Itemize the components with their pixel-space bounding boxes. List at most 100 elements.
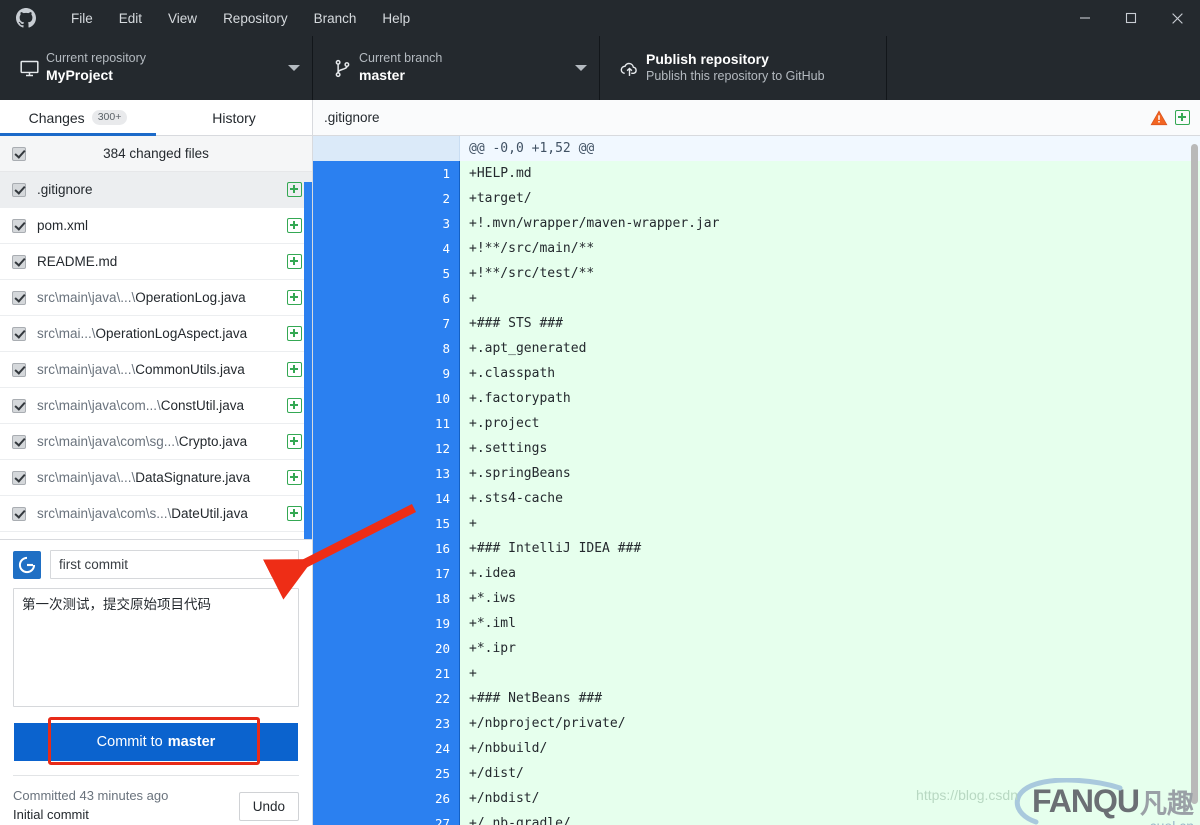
cloud-upload-icon: [612, 58, 646, 79]
menu-repository[interactable]: Repository: [210, 5, 301, 32]
diff-gutter-old: [313, 561, 390, 586]
diff-line-row: 9+.classpath: [313, 361, 1200, 386]
diff-line-row: 16+### IntelliJ IDEA ###: [313, 536, 1200, 561]
file-row[interactable]: src\main\java\...\DataSignature.java: [0, 460, 312, 496]
file-status-plus-box-icon[interactable]: [287, 506, 302, 521]
toolbar: Current repository MyProject Current bra…: [0, 36, 1200, 100]
diff-line-number: 11: [390, 411, 460, 436]
file-name: src\main\java\com...\ConstUtil.java: [37, 398, 276, 413]
tab-history-label: History: [212, 110, 256, 126]
diff-line-text: +target/: [460, 186, 1200, 211]
file-row[interactable]: pom.xml: [0, 208, 312, 244]
diff-line-text: +.project: [460, 411, 1200, 436]
diff-gutter-new: 0: [390, 136, 460, 161]
file-status-plus-box-icon[interactable]: [287, 326, 302, 341]
diff-line-text: +!**/src/main/**: [460, 236, 1200, 261]
title-bar: File Edit View Repository Branch Help: [0, 0, 1200, 36]
file-name: src\main\java\...\CommonUtils.java: [37, 362, 276, 377]
file-row[interactable]: src\main\java\com\s...\DateUtil.java: [0, 496, 312, 532]
file-status-plus-box-icon[interactable]: [287, 182, 302, 197]
file-checkbox[interactable]: [12, 435, 26, 449]
diff-line-number: 14: [390, 486, 460, 511]
warning-triangle-icon[interactable]: [1150, 109, 1168, 127]
diff-line-row: 24+/nbbuild/: [313, 736, 1200, 761]
file-status-plus-box-icon[interactable]: [287, 434, 302, 449]
file-checkbox[interactable]: [12, 507, 26, 521]
file-checkbox[interactable]: [12, 183, 26, 197]
publish-subtitle: Publish this repository to GitHub: [646, 69, 874, 85]
changed-files-list[interactable]: 384 changed files .gitignorepom.xmlREADM…: [0, 136, 312, 539]
commit-to-master-button[interactable]: Commit to master: [14, 723, 298, 761]
select-all-row[interactable]: 384 changed files: [0, 136, 312, 172]
diff-gutter-old: [313, 786, 390, 811]
git-branch-icon: [325, 58, 359, 79]
diff-gutter-old: [313, 511, 390, 536]
diff-body[interactable]: 0 @@ -0,0 +1,52 @@ 1+HELP.md2+target/3+!…: [313, 136, 1200, 825]
file-row[interactable]: .gitignore: [0, 172, 312, 208]
diff-status-plus-box-icon[interactable]: [1175, 110, 1190, 125]
file-row[interactable]: src\main\java\...\CommonUtils.java: [0, 352, 312, 388]
file-status-plus-box-icon[interactable]: [287, 290, 302, 305]
last-commit-message: Initial commit: [13, 806, 239, 825]
close-icon[interactable]: [1154, 0, 1200, 36]
menu-view[interactable]: View: [155, 5, 210, 32]
file-status-plus-box-icon[interactable]: [287, 218, 302, 233]
sidebar-scrollbar-thumb[interactable]: [304, 182, 312, 539]
diff-line-number: 15: [390, 511, 460, 536]
diff-line-row: 1+HELP.md: [313, 161, 1200, 186]
file-row[interactable]: README.md: [0, 244, 312, 280]
publish-repository-button[interactable]: Publish repository Publish this reposito…: [600, 36, 887, 100]
diff-line-row: 27+/.nb-gradle/: [313, 811, 1200, 825]
diff-line-text: +.apt_generated: [460, 336, 1200, 361]
current-repository-button[interactable]: Current repository MyProject: [0, 36, 313, 100]
diff-line-row: 21+: [313, 661, 1200, 686]
diff-line-number: 12: [390, 436, 460, 461]
menu-branch[interactable]: Branch: [301, 5, 370, 32]
file-checkbox[interactable]: [12, 363, 26, 377]
file-status-plus-box-icon[interactable]: [287, 398, 302, 413]
diff-gutter-old: [313, 461, 390, 486]
commit-summary-input[interactable]: [50, 550, 299, 579]
diff-line-row: 25+/dist/: [313, 761, 1200, 786]
diff-gutter-old: [313, 336, 390, 361]
diff-line-number: 21: [390, 661, 460, 686]
diff-line-number: 5: [390, 261, 460, 286]
file-checkbox[interactable]: [12, 471, 26, 485]
diff-scrollbar-thumb[interactable]: [1191, 144, 1198, 804]
file-checkbox[interactable]: [12, 255, 26, 269]
commit-description-input[interactable]: 第一次测试，提交原始项目代码: [13, 588, 299, 707]
diff-line-number: 1: [390, 161, 460, 186]
tab-changes-badge: 300+: [92, 110, 128, 125]
diff-line-text: +*.iws: [460, 586, 1200, 611]
file-checkbox[interactable]: [12, 327, 26, 341]
file-row[interactable]: src\main\java\com\sg...\Crypto.java: [0, 424, 312, 460]
diff-gutter-old: [313, 361, 390, 386]
diff-line-row: 10+.factorypath: [313, 386, 1200, 411]
tab-history[interactable]: History: [156, 100, 312, 135]
branch-label: Current branch: [359, 51, 567, 67]
file-row[interactable]: src\mai...\OperationLogAspect.java: [0, 316, 312, 352]
maximize-icon[interactable]: [1108, 0, 1154, 36]
diff-line-row: 22+### NetBeans ###: [313, 686, 1200, 711]
undo-button[interactable]: Undo: [239, 792, 299, 821]
menu-edit[interactable]: Edit: [106, 5, 155, 32]
file-status-plus-box-icon[interactable]: [287, 362, 302, 377]
menu-help[interactable]: Help: [369, 5, 423, 32]
file-checkbox[interactable]: [12, 219, 26, 233]
menu-file[interactable]: File: [58, 5, 106, 32]
file-status-plus-box-icon[interactable]: [287, 254, 302, 269]
repo-name: MyProject: [46, 67, 280, 85]
diff-line-text: +### NetBeans ###: [460, 686, 1200, 711]
diff-gutter-old: [313, 411, 390, 436]
diff-line-number: 17: [390, 561, 460, 586]
tab-changes[interactable]: Changes 300+: [0, 100, 156, 135]
file-status-plus-box-icon[interactable]: [287, 470, 302, 485]
watermark-url: https://blog.csdn: [916, 787, 1018, 803]
file-row[interactable]: src\main\java\com...\ConstUtil.java: [0, 388, 312, 424]
commit-summary-row: [13, 550, 299, 579]
file-checkbox[interactable]: [12, 399, 26, 413]
minimize-icon[interactable]: [1062, 0, 1108, 36]
file-row[interactable]: src\main\java\...\OperationLog.java: [0, 280, 312, 316]
file-checkbox[interactable]: [12, 291, 26, 305]
current-branch-button[interactable]: Current branch master: [313, 36, 600, 100]
